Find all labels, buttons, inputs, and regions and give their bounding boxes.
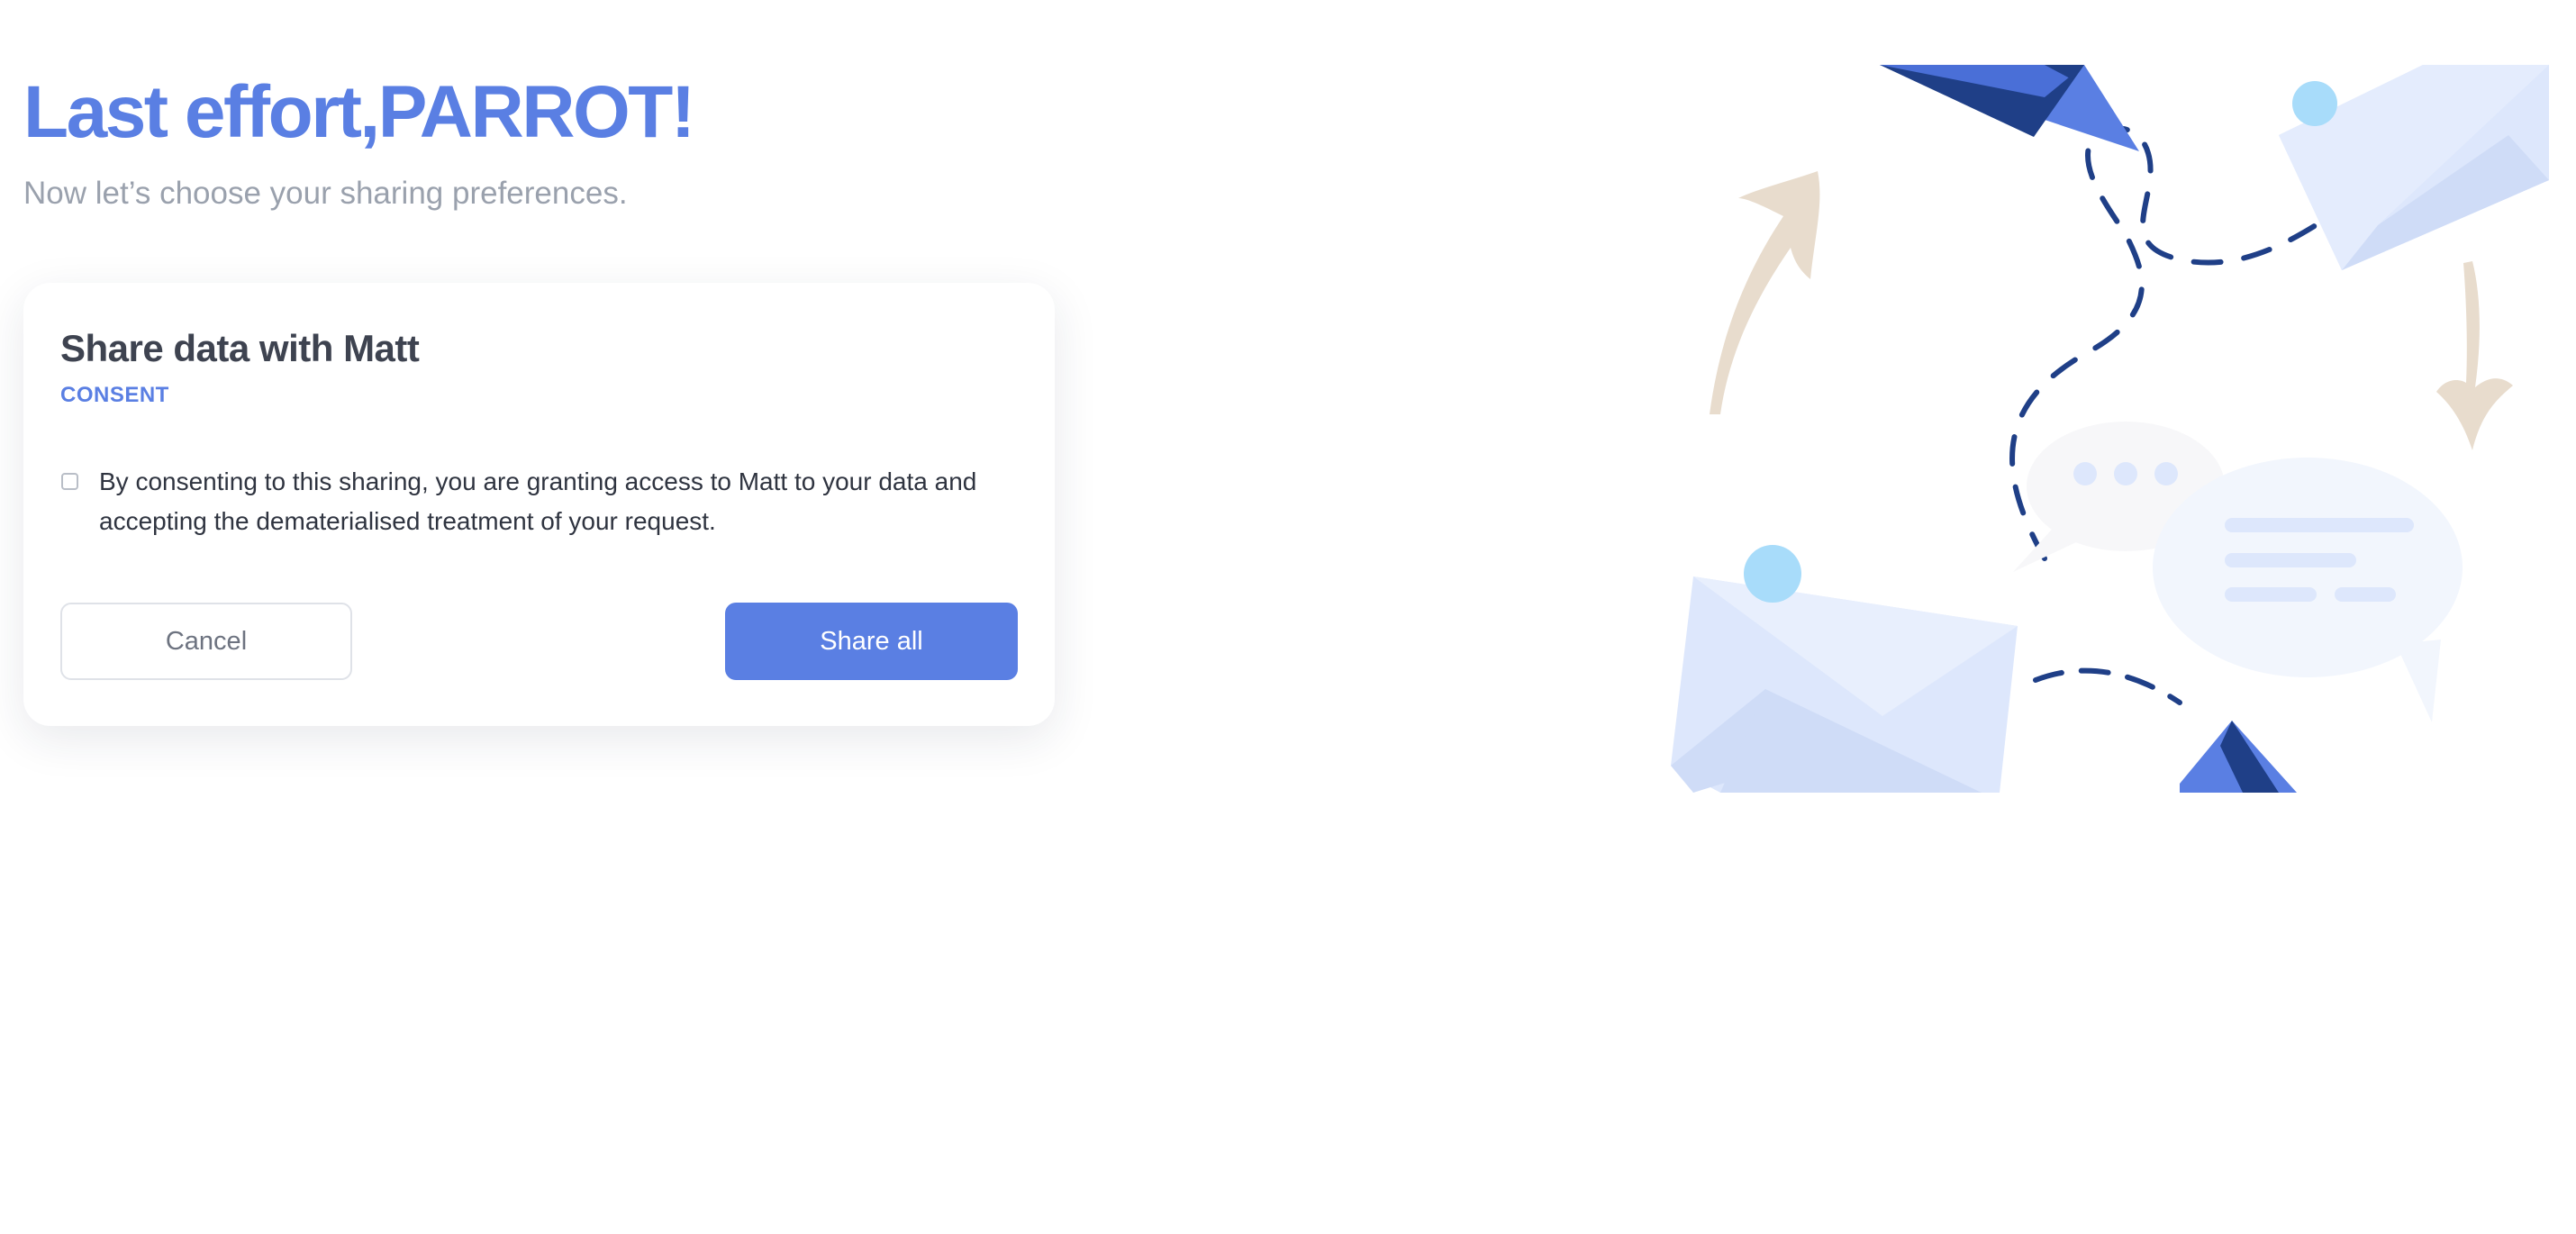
envelope-icon xyxy=(2279,65,2549,270)
card-title: Share data with Matt xyxy=(60,327,420,369)
arrow-icon xyxy=(1710,171,1820,414)
paper-plane-icon xyxy=(1880,65,2139,151)
consent-text: By consenting to this sharing, you are g… xyxy=(99,467,977,535)
arrow-icon xyxy=(2436,261,2513,450)
page-title: Last effort,PARROT! xyxy=(23,71,695,153)
share-all-button[interactable]: Share all xyxy=(725,603,1018,680)
consent-card: Share data with Matt CONSENT By consenti… xyxy=(23,283,1055,726)
dashed-path-bottom xyxy=(2033,667,2182,705)
envelope-icon xyxy=(1671,545,2018,793)
chat-bubble-icon xyxy=(2153,458,2463,722)
consent-tag: CONSENT xyxy=(60,383,169,407)
paper-plane-icon xyxy=(2180,721,2297,793)
consent-checkbox[interactable] xyxy=(61,473,78,490)
page-subtitle: Now let’s choose your sharing preference… xyxy=(23,176,628,211)
cancel-button[interactable]: Cancel xyxy=(60,603,352,680)
sharing-illustration xyxy=(1671,65,2549,793)
